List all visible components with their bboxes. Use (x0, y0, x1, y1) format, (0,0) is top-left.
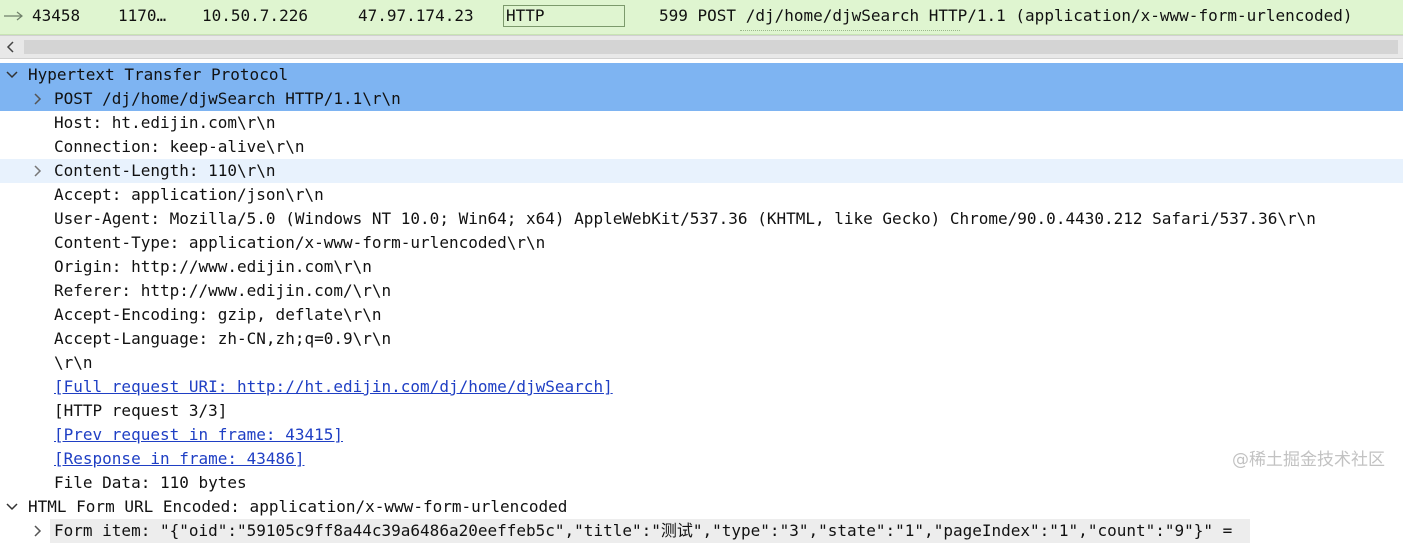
tree-node-host[interactable]: Host: ht.edijin.com\r\n (0, 111, 1403, 135)
tree-node-content-length[interactable]: Content-Length: 110\r\n (0, 159, 1403, 183)
tree-node-label: [HTTP request 3/3] (54, 401, 228, 420)
tree-node-http[interactable]: Hypertext Transfer Protocol (0, 63, 1403, 87)
tree-node-label: Origin: http://www.edijin.com\r\n (54, 257, 372, 276)
watermark: @稀土掘金技术社区 (1232, 450, 1385, 470)
packet-destination: 47.97.174.23 (358, 6, 474, 25)
tree-node-label: File Data: 110 bytes (54, 473, 247, 492)
tree-node-label: Host: ht.edijin.com\r\n (54, 113, 276, 132)
tree-node-label: Referer: http://www.edijin.com/\r\n (54, 281, 392, 300)
scroll-left-button[interactable] (0, 36, 22, 58)
packet-details-tree: Hypertext Transfer Protocol POST /dj/hom… (0, 63, 1403, 550)
tree-node-form-urlencoded[interactable]: HTML Form URL Encoded: application/x-www… (0, 495, 1403, 519)
tree-node-full-uri[interactable]: [Full request URI: http://ht.edijin.com/… (0, 375, 1403, 399)
tree-node-label: \r\n (54, 353, 93, 372)
tree-node-file-data[interactable]: File Data: 110 bytes (0, 471, 1403, 495)
chevron-down-icon[interactable] (4, 495, 20, 519)
tree-node-response-in[interactable]: [Response in frame: 43486] (0, 447, 1403, 471)
packet-list-row[interactable]: 43458 1170… 10.50.7.226 47.97.174.23 HTT… (0, 0, 1403, 35)
chevron-left-icon (6, 41, 14, 53)
tree-node-label: HTML Form URL Encoded: application/x-www… (28, 497, 568, 516)
tree-node-form-item[interactable]: Form item: "{"oid":"59105c9ff8a44c39a648… (0, 519, 1403, 543)
packet-source: 10.50.7.226 (202, 6, 308, 25)
tree-node-label: Content-Type: application/x-www-form-url… (54, 233, 546, 252)
chevron-right-icon[interactable] (30, 87, 46, 111)
tree-node-user-agent[interactable]: User-Agent: Mozilla/5.0 (Windows NT 10.0… (0, 207, 1403, 231)
tree-node-label: Accept: application/json\r\n (54, 185, 324, 204)
horizontal-scrollbar[interactable] (0, 35, 1403, 59)
tree-node-connection[interactable]: Connection: keep-alive\r\n (0, 135, 1403, 159)
tree-node-label: Accept-Language: zh-CN,zh;q=0.9\r\n (54, 329, 392, 348)
packet-time: 1170… (118, 6, 167, 25)
packet-info: 599 POST /dj/home/djwSearch HTTP/1.1 (ap… (659, 6, 1353, 25)
chevron-right-icon[interactable] (30, 519, 46, 543)
response-frame-link[interactable]: [Response in frame: 43486] (54, 447, 304, 471)
tree-node-crlf[interactable]: \r\n (0, 351, 1403, 375)
prev-request-link[interactable]: [Prev request in frame: 43415] (54, 423, 343, 447)
packet-protocol: HTTP (503, 5, 625, 27)
tree-node-label: Content-Length: 110\r\n (54, 161, 276, 180)
arrow-right-icon (4, 11, 23, 21)
packet-number: 43458 (32, 6, 81, 25)
tree-node-accept-language[interactable]: Accept-Language: zh-CN,zh;q=0.9\r\n (0, 327, 1403, 351)
tree-node-label: Form item: "{"oid":"59105c9ff8a44c39a648… (50, 519, 1250, 543)
tree-node-http-request[interactable]: [HTTP request 3/3] (0, 399, 1403, 423)
chevron-down-icon[interactable] (4, 63, 20, 87)
tree-node-label: Accept-Encoding: gzip, deflate\r\n (54, 305, 382, 324)
tree-node-referer[interactable]: Referer: http://www.edijin.com/\r\n (0, 279, 1403, 303)
tree-node-origin[interactable]: Origin: http://www.edijin.com\r\n (0, 255, 1403, 279)
tree-node-label: Hypertext Transfer Protocol (28, 65, 289, 84)
tree-node-request-line[interactable]: POST /dj/home/djwSearch HTTP/1.1\r\n (0, 87, 1403, 111)
tree-node-label: POST /dj/home/djwSearch HTTP/1.1\r\n (54, 89, 401, 108)
tree-node-accept[interactable]: Accept: application/json\r\n (0, 183, 1403, 207)
chevron-right-icon[interactable] (30, 159, 46, 183)
tree-node-accept-encoding[interactable]: Accept-Encoding: gzip, deflate\r\n (0, 303, 1403, 327)
tree-node-content-type[interactable]: Content-Type: application/x-www-form-url… (0, 231, 1403, 255)
tree-node-label: User-Agent: Mozilla/5.0 (Windows NT 10.0… (54, 209, 1316, 228)
tree-node-prev-request[interactable]: [Prev request in frame: 43415] (0, 423, 1403, 447)
full-uri-link[interactable]: [Full request URI: http://ht.edijin.com/… (54, 375, 613, 399)
tree-node-label: Connection: keep-alive\r\n (54, 137, 305, 156)
scrollbar-thumb[interactable] (24, 40, 1398, 54)
